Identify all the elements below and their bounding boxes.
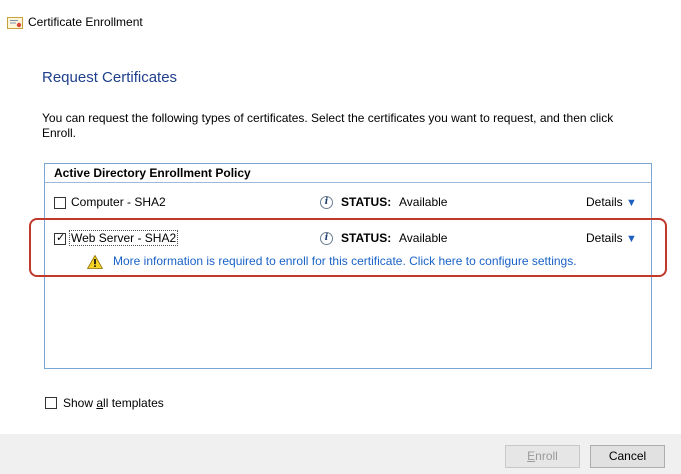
policy-group-header: Active Directory Enrollment Policy [45, 164, 651, 183]
enroll-button[interactable]: Enroll [505, 445, 580, 468]
highlight-annotation [29, 218, 667, 277]
show-all-templates-label: Show all templates [63, 396, 164, 410]
page-description: You can request the following types of c… [42, 111, 614, 140]
window-title: Certificate Enrollment [28, 15, 143, 29]
status-label: STATUS: [341, 195, 392, 209]
certificate-icon [7, 17, 23, 29]
info-icon: i [320, 196, 333, 209]
page-title: Request Certificates [42, 69, 178, 86]
computer-sha2-label: Computer - SHA2 [71, 195, 166, 209]
details-label: Details [586, 195, 623, 209]
show-all-templates-checkbox[interactable] [45, 397, 57, 409]
computer-sha2-checkbox[interactable] [54, 197, 66, 209]
status-value: Available [399, 195, 448, 209]
cancel-button[interactable]: Cancel [590, 445, 665, 468]
details-toggle-computer[interactable]: Details ▼ [586, 195, 637, 209]
chevron-down-icon: ▼ [626, 197, 637, 209]
